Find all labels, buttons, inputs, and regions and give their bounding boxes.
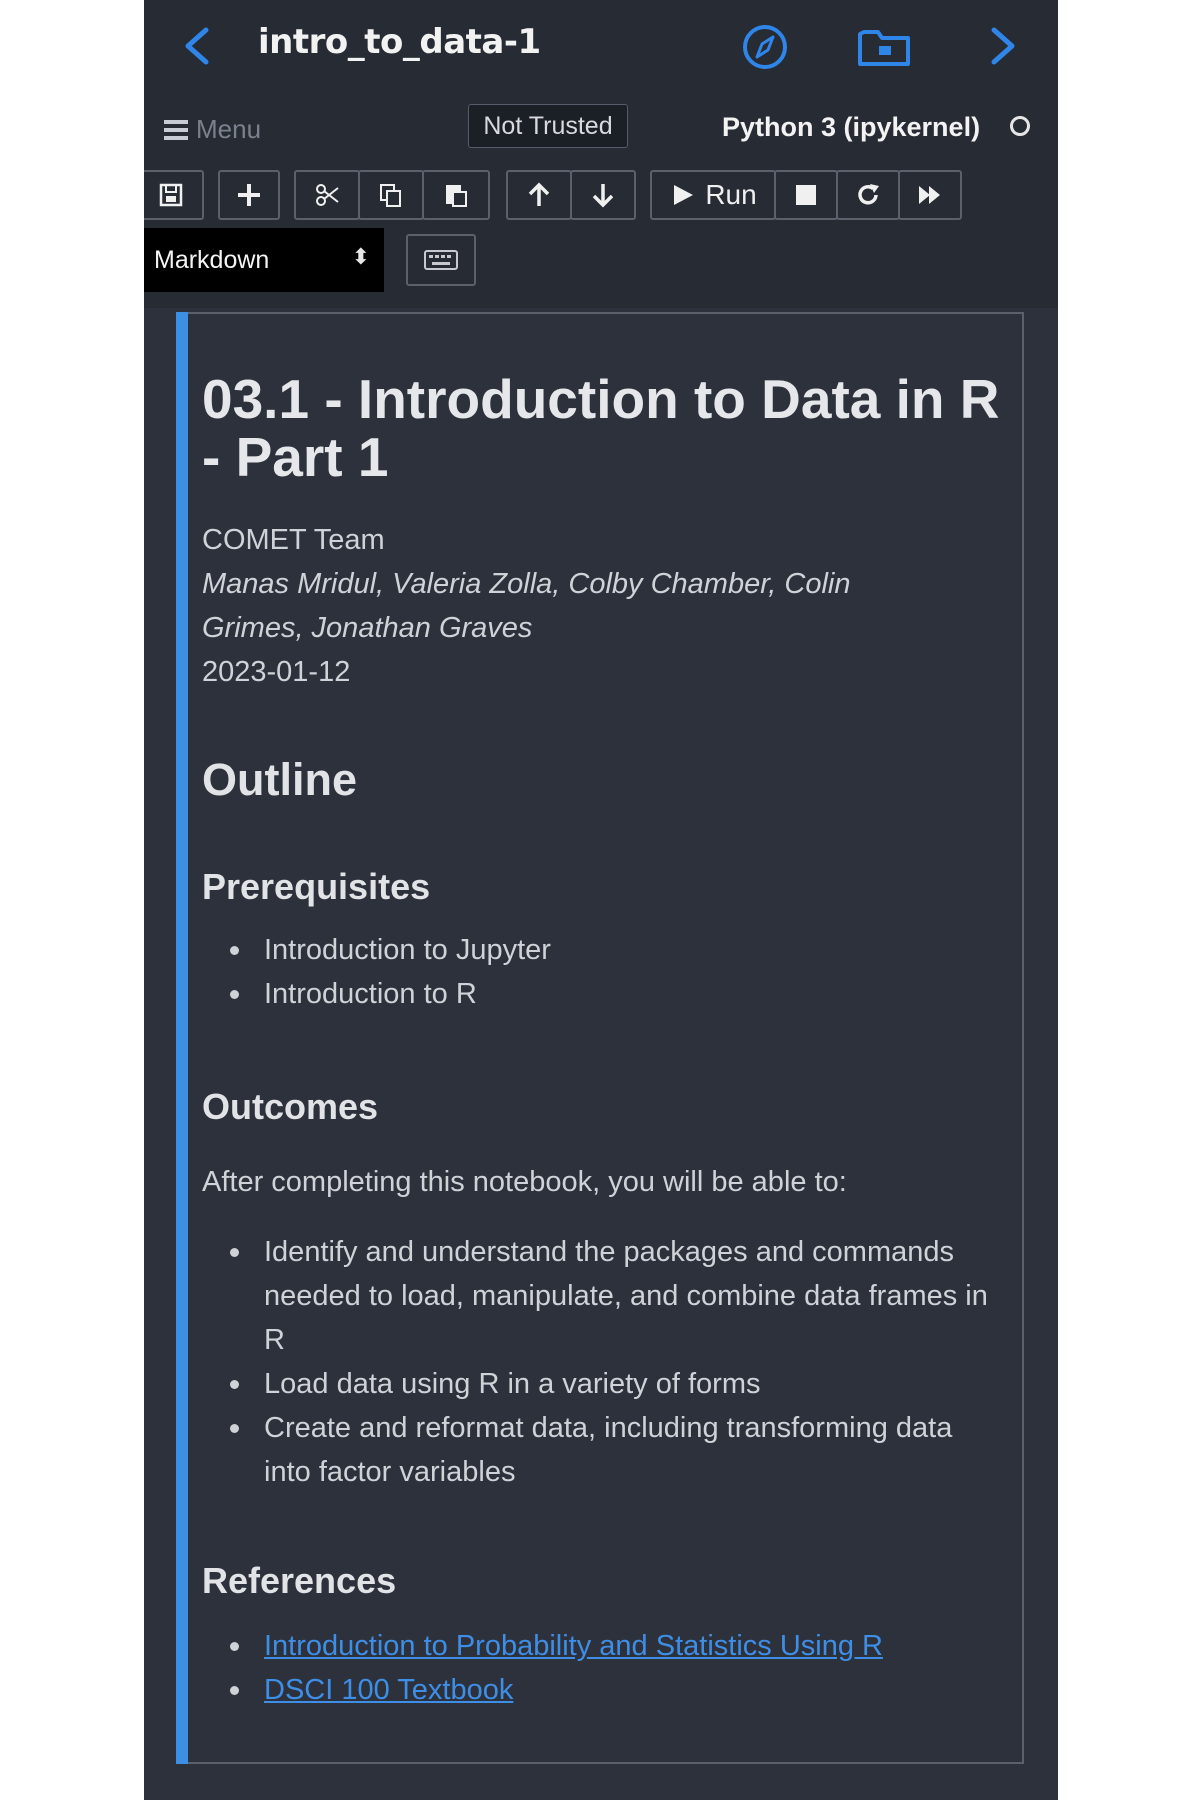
list-item: Introduction to Probability and Statisti… [202, 1624, 883, 1668]
publish-date: 2023-01-12 [202, 656, 351, 688]
kernel-status-icon [1010, 116, 1030, 136]
selected-cell-indicator [176, 312, 188, 1764]
list-item: Identify and understand the packages and… [202, 1230, 992, 1362]
not-trusted-button[interactable]: Not Trusted [468, 104, 628, 148]
interrupt-button[interactable] [774, 170, 838, 220]
fast-forward-icon [919, 186, 940, 204]
outcomes-list: Identify and understand the packages and… [202, 1230, 992, 1494]
run-button[interactable]: Run [650, 170, 776, 220]
play-icon [674, 185, 694, 205]
list-item: Load data using R in a variety of forms [202, 1362, 992, 1406]
plus-icon [238, 184, 260, 206]
authors-line-1: Manas Mridul, Valeria Zolla, Colby Chamb… [202, 568, 851, 600]
forward-button[interactable] [980, 22, 1026, 70]
copy-icon [380, 184, 401, 207]
copy-button[interactable] [358, 170, 424, 220]
compass-button[interactable] [740, 22, 790, 72]
restart-button[interactable] [836, 170, 900, 220]
cell-type-value: Markdown [154, 245, 270, 274]
paste-icon [446, 185, 467, 207]
outline-heading: Outline [202, 754, 357, 805]
references-list: Introduction to Probability and Statisti… [202, 1624, 883, 1712]
move-up-button[interactable] [506, 170, 572, 220]
chevron-left-icon [185, 27, 209, 65]
jupyter-notebook-app: intro_to_data-1 - Jupyt... Menu [144, 0, 1058, 1800]
move-down-button[interactable] [570, 170, 636, 220]
reference-link-probability[interactable]: Introduction to Probability and Statisti… [264, 1630, 883, 1662]
markdown-cell[interactable]: 03.1 - Introduction to Data in R - Part … [176, 312, 1024, 1764]
outcomes-heading: Outcomes [202, 1086, 379, 1127]
notebook-header: Menu Not Trusted Python 3 (ipykernel) [144, 92, 1058, 162]
team-name: COMET Team [202, 524, 385, 556]
references-heading: References [202, 1560, 397, 1601]
restart-icon [858, 184, 879, 205]
arrow-down-icon [592, 184, 614, 208]
cut-button[interactable] [294, 170, 360, 220]
command-palette-button[interactable] [406, 234, 476, 286]
kernel-name[interactable]: Python 3 (ipykernel) [722, 112, 980, 143]
save-button[interactable] [144, 170, 204, 220]
paste-button[interactable] [422, 170, 490, 220]
menu-button[interactable]: Menu [164, 114, 261, 145]
page-title: intro_to_data-1 - Jupyt... [258, 22, 548, 62]
save-icon [159, 183, 183, 207]
folder-button[interactable] [856, 24, 912, 70]
menu-label: Menu [196, 114, 262, 144]
reference-link-dsci100[interactable]: DSCI 100 Textbook [264, 1674, 513, 1706]
authors-line-2: Grimes, Jonathan Graves [202, 612, 533, 644]
list-item: Create and reformat data, including tran… [202, 1406, 992, 1494]
notebook-toolbar: Run Markdown ⬍ [144, 162, 1058, 308]
restart-run-all-button[interactable] [898, 170, 962, 220]
run-label: Run [705, 179, 757, 210]
prerequisites-heading: Prerequisites [202, 866, 431, 907]
back-button[interactable] [174, 22, 220, 70]
chevron-right-icon [991, 27, 1015, 65]
list-item: Introduction to Jupyter [202, 928, 551, 972]
scissors-icon [316, 184, 339, 206]
compass-icon [743, 25, 787, 69]
cell-type-select[interactable]: Markdown ⬍ [144, 228, 384, 292]
list-item: Introduction to R [202, 972, 551, 1016]
list-item: DSCI 100 Textbook [202, 1668, 883, 1712]
insert-cell-button[interactable] [218, 170, 280, 220]
select-arrows-icon: ⬍ [351, 244, 370, 269]
prerequisites-list: Introduction to Jupyter Introduction to … [202, 928, 551, 1016]
outcomes-intro: After completing this notebook, you will… [202, 1166, 847, 1198]
hamburger-icon [164, 119, 188, 140]
stop-icon [796, 185, 816, 205]
arrow-up-icon [528, 182, 550, 206]
folder-icon [858, 30, 910, 66]
keyboard-icon [424, 250, 458, 270]
notebook-title: 03.1 - Introduction to Data in R - Part … [202, 368, 1000, 488]
browser-top-bar: intro_to_data-1 - Jupyt... [144, 0, 1058, 92]
